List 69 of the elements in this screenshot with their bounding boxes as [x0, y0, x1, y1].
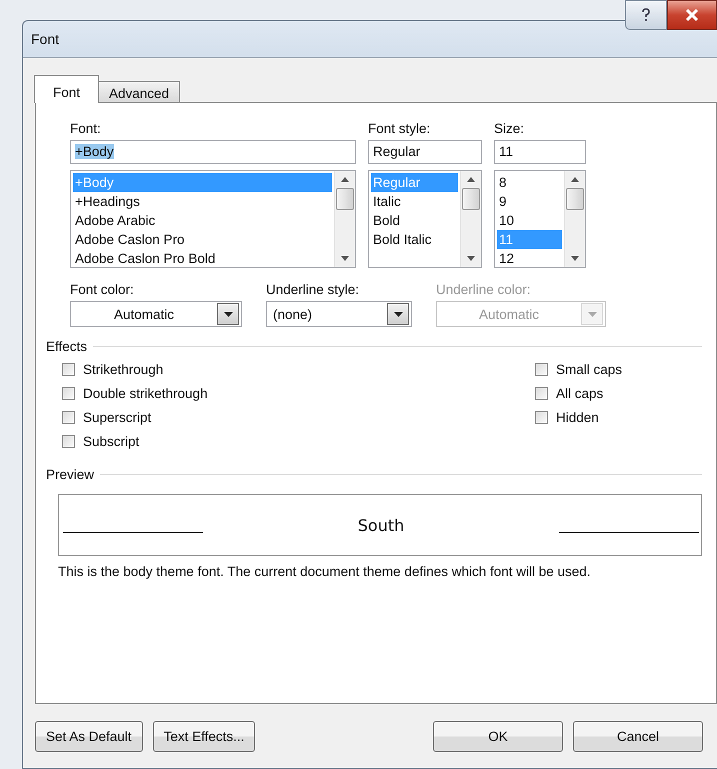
scroll-up-icon[interactable] [467, 177, 475, 182]
dialog-button[interactable]: Cancel [573, 720, 703, 752]
scroll-thumb[interactable] [336, 188, 354, 210]
text-field[interactable]: +Body [70, 140, 356, 164]
preview-note: This is the body theme font. The current document theme defines which font will be used. [58, 564, 592, 579]
text-field[interactable]: 11 [494, 140, 586, 164]
close-button[interactable] [667, 0, 717, 30]
scroll-thumb[interactable] [462, 188, 480, 210]
checkbox[interactable] [534, 387, 548, 400]
checkbox[interactable] [62, 387, 75, 400]
checkbox-label[interactable]: Double strikethrough [83, 386, 208, 401]
dropdown[interactable]: (none) [266, 301, 412, 327]
list-item[interactable]: Italic [371, 192, 458, 211]
scroll-down-icon[interactable] [341, 256, 349, 261]
caret-icon [394, 312, 402, 316]
field-label: Size: [494, 121, 526, 136]
help-icon [641, 8, 651, 22]
list-item[interactable]: Adobe Arabic [73, 211, 332, 230]
list-item[interactable]: 9 [497, 192, 562, 211]
checkbox[interactable] [62, 435, 75, 448]
field-label: Underline color: [436, 282, 532, 297]
checkbox[interactable] [62, 411, 75, 424]
scrollbar[interactable] [334, 171, 355, 267]
caret-icon [588, 312, 596, 316]
list-item[interactable]: Bold Italic [371, 230, 458, 249]
scroll-down-icon[interactable] [571, 256, 579, 261]
field-label: Underline style: [266, 282, 360, 297]
list-item[interactable]: 10 [497, 211, 562, 230]
checkbox-label[interactable]: All caps [556, 386, 604, 401]
list-item[interactable]: Bold [371, 211, 458, 230]
list-box[interactable]: +Body +Headings Adobe Arabic Adobe Caslon Pro Adobe Caslon Pro Bold [70, 170, 356, 268]
group-title: Preview [46, 467, 94, 482]
dialog-button[interactable]: Set As Default [35, 720, 143, 752]
field-label: Font color: [70, 282, 135, 297]
checkbox[interactable] [62, 363, 75, 376]
scrollbar[interactable] [460, 171, 481, 267]
dialog-button[interactable]: OK [433, 720, 563, 752]
checkbox[interactable] [534, 411, 548, 424]
scroll-down-icon[interactable] [467, 256, 475, 261]
window-title: Font [31, 31, 60, 47]
dropdown[interactable]: Automatic [70, 301, 242, 327]
checkbox-label[interactable]: Small caps [556, 362, 622, 377]
scroll-thumb[interactable] [566, 188, 584, 210]
checkbox[interactable] [534, 363, 548, 376]
list-item[interactable]: 12 [497, 249, 562, 268]
scrollbar[interactable] [564, 171, 585, 267]
field-label: Font style: [368, 121, 432, 136]
text-field[interactable]: Regular [368, 140, 482, 164]
scroll-up-icon[interactable] [341, 177, 349, 182]
tab[interactable]: Font [34, 75, 100, 103]
scroll-up-icon[interactable] [571, 177, 579, 182]
list-item[interactable]: +Headings [73, 192, 332, 211]
checkbox-label[interactable]: Superscript [83, 410, 152, 425]
list-item[interactable]: Adobe Caslon Pro Bold [73, 249, 332, 268]
tab[interactable]: Advanced [98, 81, 180, 102]
field-label: Font: [70, 121, 102, 136]
checkbox-label[interactable]: Strikethrough [83, 362, 164, 377]
group-title: Effects [46, 339, 88, 354]
list-item[interactable]: Adobe Caslon Pro [73, 230, 332, 249]
checkbox-label[interactable]: Subscript [83, 434, 140, 449]
help-button[interactable] [625, 0, 667, 30]
preview-text: South [358, 516, 404, 534]
checkbox-label[interactable]: Hidden [556, 410, 599, 425]
list-item[interactable]: 8 [497, 173, 562, 192]
caret-icon [224, 312, 232, 316]
close-icon [685, 9, 699, 21]
dialog-button[interactable]: Text Effects... [152, 720, 256, 752]
list-box[interactable]: 8 9 10 11 12 [494, 170, 586, 268]
list-box[interactable]: Regular Italic Bold Bold Italic [368, 170, 482, 268]
